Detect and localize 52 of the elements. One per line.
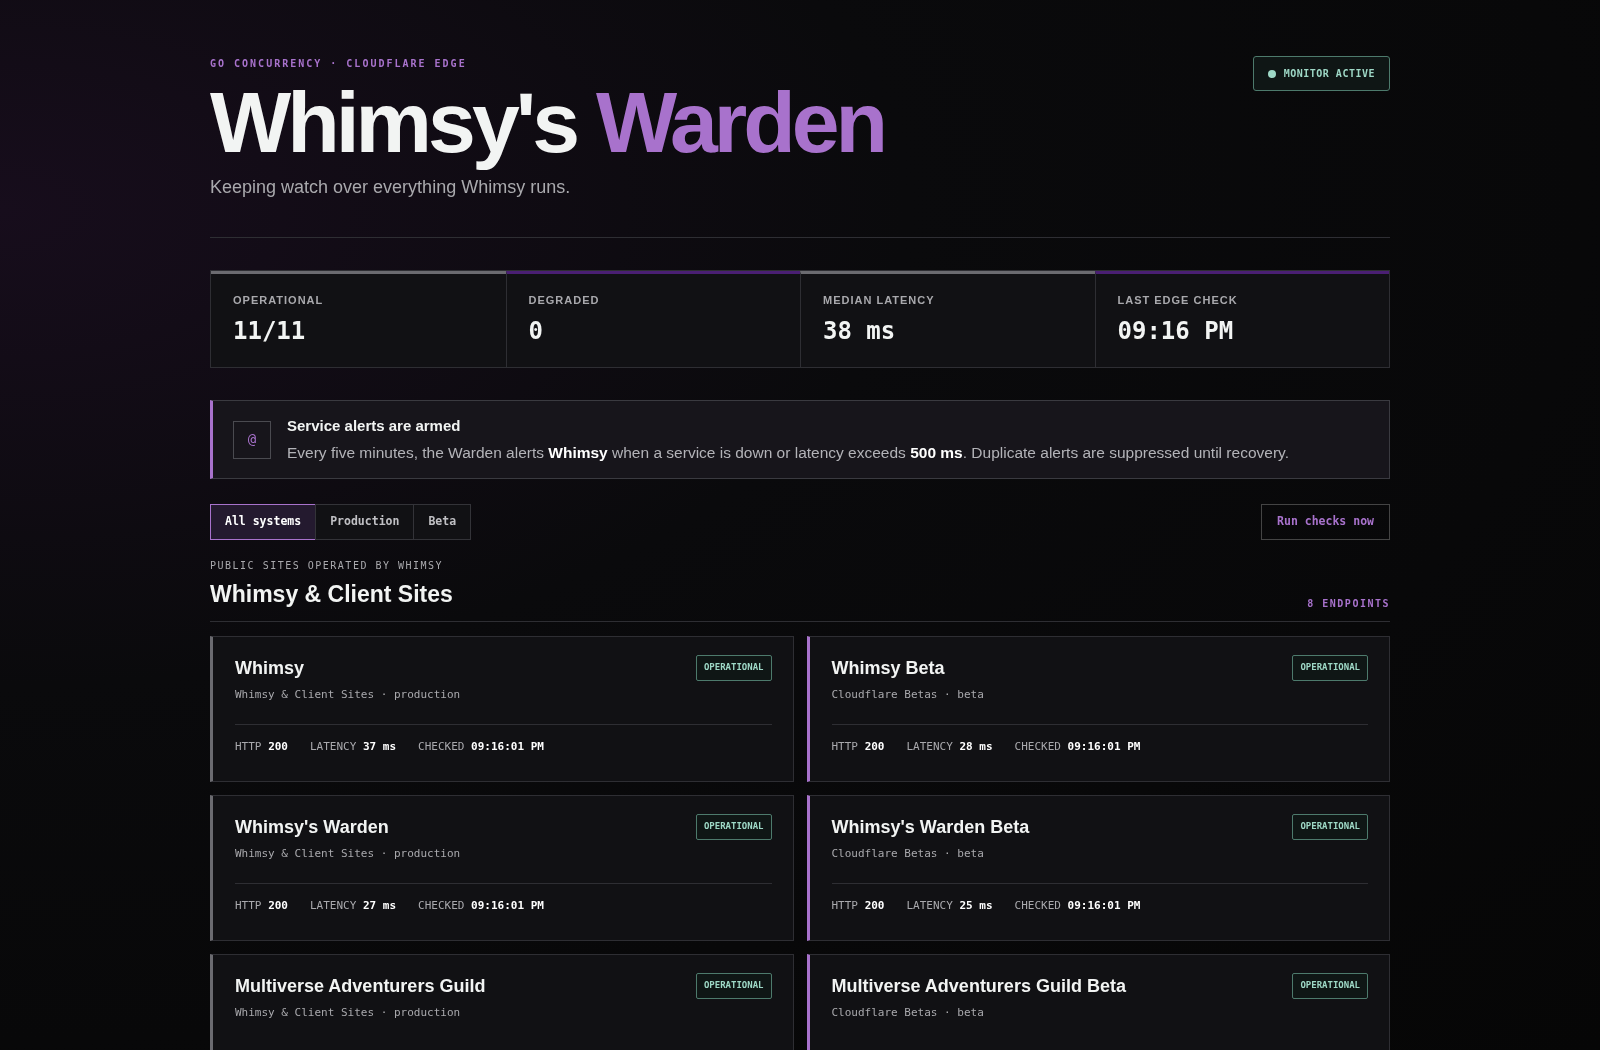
metric-text: CHECKED 09:16:01 PM (1014, 897, 1141, 914)
endpoint-meta: Whimsy & Client Sites · production (235, 687, 461, 704)
alert-title: Service alerts are armed (287, 415, 462, 436)
run-checks-button[interactable]: Run checks now (1261, 504, 1390, 540)
page-title: Whimsy's Warden (210, 73, 886, 172)
at-sign-icon: @ (233, 420, 271, 459)
stat-value: 0 (528, 315, 544, 347)
stat-label: OPERATIONAL (233, 293, 325, 309)
metric-text: CHECKED 09:16:01 PM (1014, 738, 1141, 755)
status-badge: OPERATIONAL (695, 973, 772, 999)
metric-text: HTTP 200 (831, 897, 885, 914)
filter-tab[interactable]: Production (315, 504, 415, 540)
endpoint-name: Whimsy (235, 657, 305, 681)
stat-label: MEDIAN LATENCY (823, 293, 936, 309)
stat-value: 09:16 PM (1117, 315, 1235, 347)
endpoint-name: Multiverse Adventurers Guild Beta (831, 975, 1126, 999)
endpoint-name: Whimsy's Warden Beta (831, 816, 1030, 840)
endpoint-name: Whimsy Beta (831, 657, 946, 681)
metric-text: HTTP 200 (235, 738, 288, 755)
endpoint-meta: Cloudflare Betas · beta (831, 1005, 985, 1022)
endpoint-name: Whimsy's Warden (235, 816, 390, 840)
stat-label: LAST EDGE CHECK (1117, 293, 1239, 309)
metric-text: LATENCY 28 ms (906, 738, 993, 755)
status-badge: OPERATIONAL (1292, 814, 1368, 840)
endpoint-count: 8 ENDPOINTS (1307, 597, 1390, 612)
endpoint-meta: Cloudflare Betas · beta (831, 846, 985, 863)
metric-text: HTTP 200 (235, 897, 288, 914)
metric-text: LATENCY 27 ms (310, 897, 397, 914)
filter-tab[interactable]: All systems (210, 504, 317, 540)
status-badge: OPERATIONAL (1292, 655, 1368, 681)
endpoint-name: Multiverse Adventurers Guild (235, 975, 486, 999)
endpoint-meta: Whimsy & Client Sites · production (235, 846, 461, 863)
filter-tab[interactable]: Beta (413, 504, 472, 540)
subtitle-text: Keeping watch over everything Whimsy runs. (210, 176, 572, 200)
metric-text: CHECKED 09:16:01 PM (418, 897, 544, 914)
section-eyebrow: PUBLIC SITES OPERATED BY WHIMSY (210, 558, 445, 573)
endpoint-meta: Whimsy & Client Sites · production (235, 1005, 462, 1022)
metric-text: CHECKED 09:16:01 PM (418, 738, 544, 755)
stat-label: DEGRADED (528, 293, 601, 309)
metric-text: LATENCY 37 ms (310, 738, 397, 755)
alert-text: Every five minutes, the Warden alerts Whimsy when a service is down or latency exceeds 500 ms. Duplicate alerts are suppressed until recovery. (287, 443, 1289, 464)
stat-value: 38 ms (823, 315, 897, 347)
metric-text: LATENCY 25 ms (906, 897, 993, 914)
endpoint-meta: Cloudflare Betas · beta (831, 687, 984, 704)
monitor-status-badge: MONITOR ACTIVE (1252, 56, 1390, 91)
eyebrow-text: GO CONCURRENCY · CLOUDFLARE EDGE (210, 57, 468, 71)
metric-text: HTTP 200 (831, 738, 885, 755)
status-badge: OPERATIONAL (695, 655, 772, 681)
status-badge: OPERATIONAL (1292, 973, 1368, 999)
status-badge: OPERATIONAL (695, 814, 772, 840)
stat-value: 11/11 (233, 315, 307, 347)
section-title: Whimsy & Client Sites (210, 579, 453, 609)
